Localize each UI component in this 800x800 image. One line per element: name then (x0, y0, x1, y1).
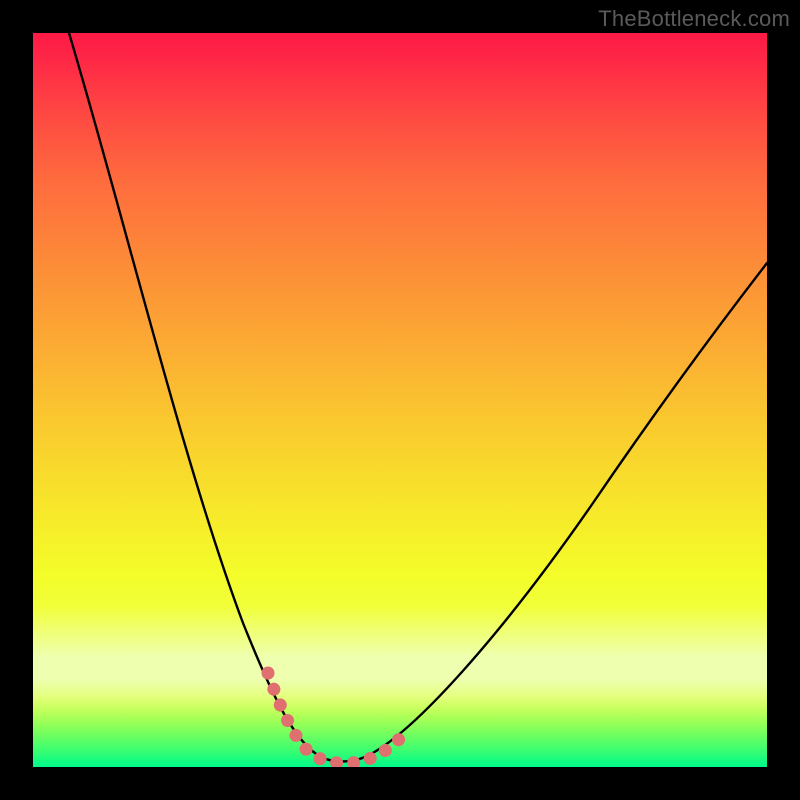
bottleneck-curve (69, 33, 767, 762)
curve-layer (33, 33, 767, 767)
highlight-dots (268, 673, 405, 763)
watermark-text: TheBottleneck.com (598, 6, 790, 32)
chart-frame: TheBottleneck.com (0, 0, 800, 800)
plot-area (33, 33, 767, 767)
